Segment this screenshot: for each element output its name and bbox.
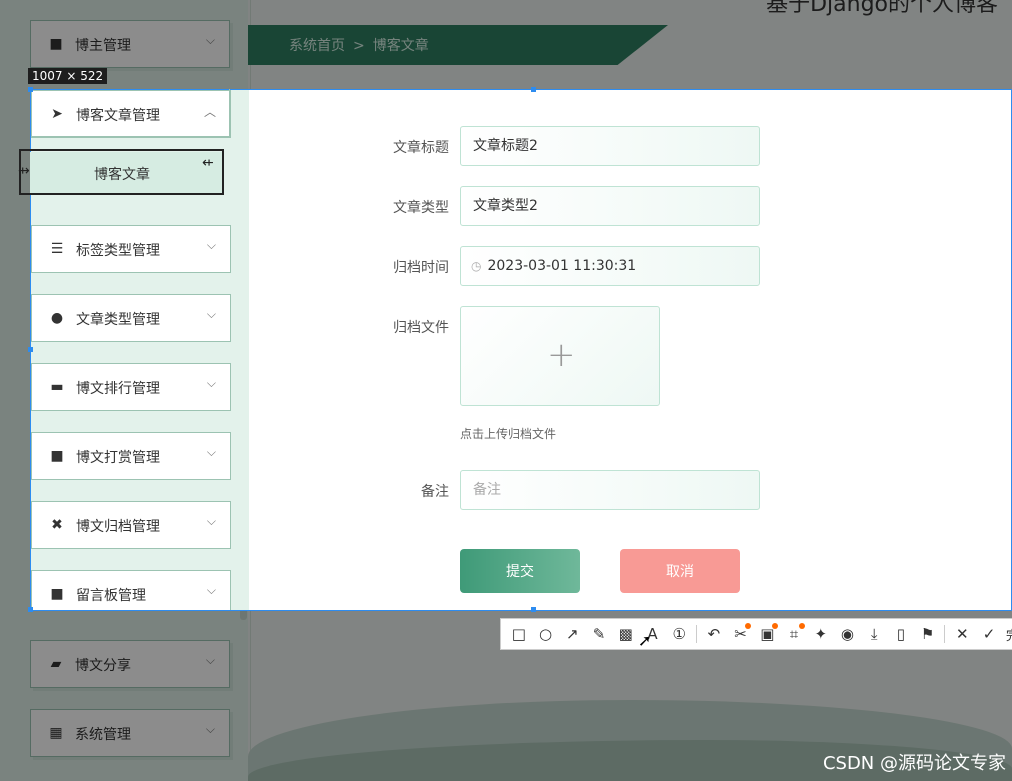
chevron-down-icon: ⌵ — [206, 307, 216, 321]
chevron-down-icon: ⌵ — [206, 583, 216, 597]
list-icon: ☰ — [50, 241, 64, 257]
sidebar-expanded-frame — [31, 89, 230, 137]
remark-input[interactable]: 备注 — [460, 470, 760, 510]
arrow-right-icon: ⇸ — [18, 163, 30, 179]
sidebar-item-tag-types[interactable]: ☰ 标签类型管理 ⌵ — [31, 225, 231, 273]
sidebar-item-label: 博文排行管理 — [76, 381, 160, 397]
sidebar-item-article-types[interactable]: ● 文章类型管理 ⌵ — [31, 294, 231, 342]
arrow-icon[interactable]: ↗ — [562, 624, 582, 644]
phone-icon[interactable]: ▯ — [891, 624, 911, 644]
translate-icon[interactable]: ▣ — [757, 623, 779, 644]
selection-size-label: 1007 × 522 — [28, 68, 108, 84]
sidebar-item-label: 标签类型管理 — [76, 243, 160, 259]
watermark: CSDN @源码论文专家 — [822, 753, 1006, 774]
file-upload[interactable]: + — [460, 306, 660, 406]
type-label: 文章类型 — [393, 200, 449, 216]
resize-handle[interactable] — [28, 347, 33, 352]
pencil-icon[interactable]: ✎ — [589, 624, 609, 644]
circle-icon[interactable]: ○ — [536, 624, 556, 644]
number-icon[interactable]: ① — [669, 624, 689, 644]
clipboard-icon: ✖ — [51, 517, 63, 533]
sidebar-item-label: 文章类型管理 — [76, 312, 160, 328]
chevron-down-icon: ⌵ — [206, 514, 216, 528]
time-label: 归档时间 — [393, 260, 449, 276]
sidebar-item-rewards[interactable]: ■ 博文打赏管理 ⌵ — [31, 432, 231, 480]
close-icon[interactable]: ✕ — [952, 624, 972, 644]
file-label: 归档文件 — [393, 320, 449, 336]
chevron-down-icon: ⌵ — [206, 445, 216, 459]
resize-handle[interactable] — [531, 607, 536, 612]
upload-tip: 点击上传归档文件 — [460, 427, 557, 441]
time-picker[interactable]: ◷ 2023-03-01 11:30:31 — [460, 246, 760, 286]
ocr-icon[interactable]: ⌗ — [784, 623, 805, 644]
focus-frame — [19, 149, 224, 195]
mouse-cursor-icon: ➚ — [638, 631, 652, 650]
scissors-icon[interactable]: ✂ — [731, 623, 752, 644]
screenshot-toolbar: □ ○ ↗ ✎ ▩ A ① ↶ ✂ ▣ ⌗ ✦ ◉ ⤓ ▯ ⚑ ✕ ✓ 完 — [500, 618, 1012, 650]
toolbar-divider — [696, 625, 698, 643]
sidebar-item-guestbook[interactable]: ■ 留言板管理 ⌵ — [31, 570, 231, 610]
resize-handle[interactable] — [531, 87, 536, 92]
remark-label: 备注 — [421, 484, 449, 500]
title-label: 文章标题 — [393, 140, 449, 156]
record-icon[interactable]: ◉ — [838, 624, 858, 644]
sidebar-item-archive[interactable]: ✖ 博文归档管理 ⌵ — [31, 501, 231, 549]
resize-handle[interactable] — [28, 87, 33, 92]
toolbar-divider — [944, 625, 946, 643]
sidebar-item-label: 博文归档管理 — [76, 519, 160, 535]
title-input[interactable]: 文章标题2 — [460, 126, 760, 166]
mosaic-icon[interactable]: ▩ — [616, 624, 636, 644]
resize-handle[interactable] — [28, 607, 33, 612]
plus-icon: + — [547, 335, 576, 375]
cancel-button[interactable]: 取消 — [620, 549, 740, 593]
pin-icon[interactable]: ✦ — [811, 624, 831, 644]
rectangle-icon[interactable]: □ — [509, 624, 529, 644]
clock-icon: ◷ — [471, 259, 482, 273]
arrow-left-icon: ⇷ — [202, 155, 214, 171]
briefcase-icon: ▬ — [50, 379, 64, 395]
sidebar-subitem-blog-article[interactable]: 博客文章 — [19, 149, 224, 195]
time-value: 2023-03-01 11:30:31 — [487, 258, 637, 274]
main-content: 文章标题 文章标题2 文章类型 文章类型2 归档时间 ◷ 2023-03-01 1… — [249, 90, 1011, 610]
grid-icon: ■ — [50, 586, 64, 602]
chevron-down-icon: ⌵ — [206, 238, 216, 252]
sidebar-item-label: 博文打赏管理 — [76, 450, 160, 466]
chevron-down-icon: ⌵ — [206, 376, 216, 390]
type-input[interactable]: 文章类型2 — [460, 186, 760, 226]
bookmark-icon[interactable]: ⚑ — [918, 624, 938, 644]
grid-icon: ■ — [50, 448, 64, 464]
check-icon[interactable]: ✓ — [979, 624, 999, 644]
download-icon[interactable]: ⤓ — [864, 624, 884, 644]
sidebar-item-label: 留言板管理 — [76, 588, 146, 604]
sidebar-item-ranking[interactable]: ▬ 博文排行管理 ⌵ — [31, 363, 231, 411]
undo-icon[interactable]: ↶ — [704, 624, 724, 644]
user-icon: ● — [50, 310, 64, 326]
submit-button[interactable]: 提交 — [460, 549, 580, 593]
done-button[interactable]: 完 — [1006, 625, 1012, 644]
